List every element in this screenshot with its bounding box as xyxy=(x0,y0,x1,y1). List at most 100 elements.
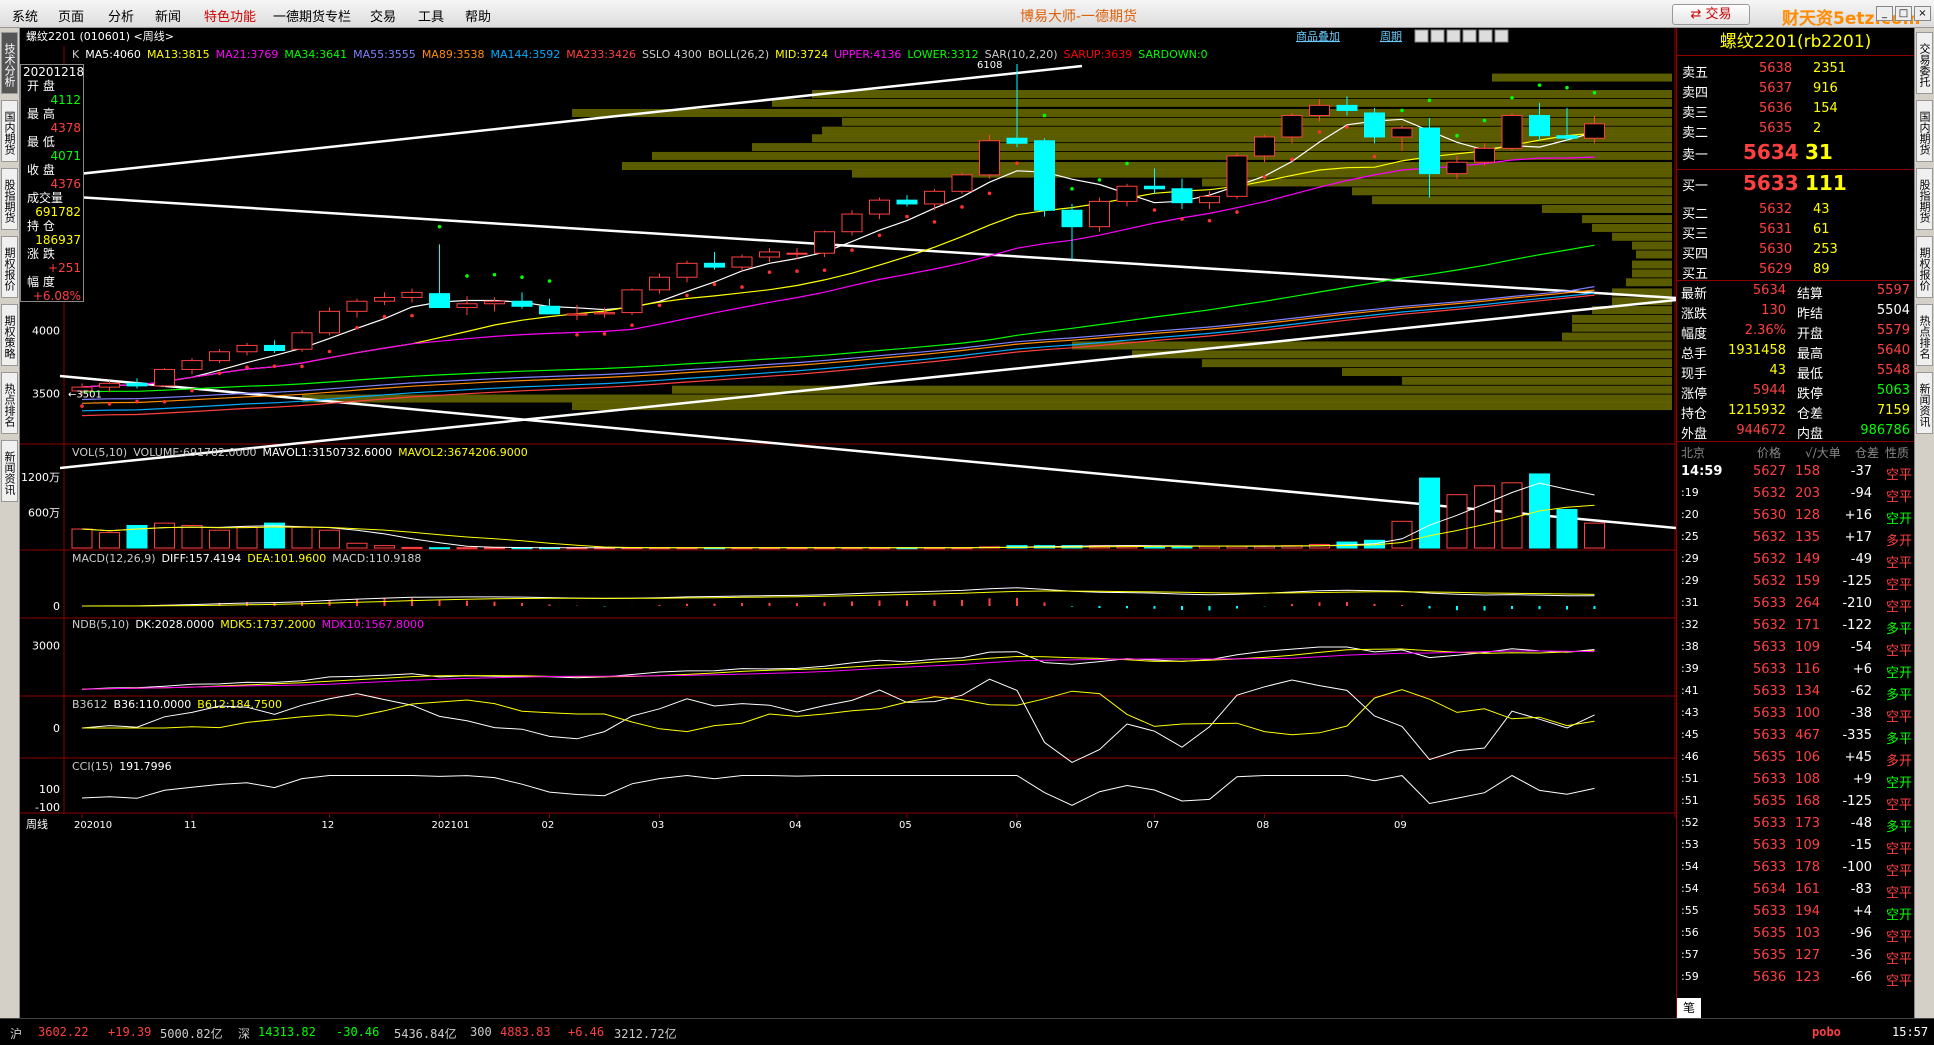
book-row[interactable]: 卖一 5634 31 xyxy=(1677,139,1914,169)
volume-profile-bar xyxy=(1562,332,1672,341)
candle[interactable] xyxy=(1501,112,1523,151)
candle[interactable] xyxy=(209,349,230,364)
side-tab[interactable]: 国内期货 xyxy=(1,100,18,162)
side-tab[interactable]: 热点排名 xyxy=(1,372,18,434)
candle[interactable] xyxy=(649,273,670,294)
candle[interactable] xyxy=(759,248,780,263)
candle[interactable] xyxy=(869,197,890,220)
candle[interactable] xyxy=(429,244,450,309)
candle[interactable] xyxy=(1171,178,1193,209)
candle[interactable] xyxy=(704,251,725,270)
close-icon[interactable]: × xyxy=(1914,6,1931,21)
book-row[interactable]: 买三 5631 61 xyxy=(1677,220,1914,242)
side-tab[interactable]: 新闻资讯 xyxy=(1916,372,1933,434)
candle[interactable] xyxy=(841,210,863,236)
candle[interactable] xyxy=(1529,102,1550,141)
side-tab[interactable]: 期权策略 xyxy=(1,304,18,366)
candle[interactable] xyxy=(181,358,203,375)
candle[interactable] xyxy=(291,330,313,352)
candle[interactable] xyxy=(1061,203,1083,260)
stat-label: 昨结 xyxy=(1797,307,1824,322)
period-link[interactable]: 周期 xyxy=(1380,30,1402,43)
sar-dot xyxy=(190,388,194,393)
toolbar-icon[interactable] xyxy=(1462,29,1477,43)
sar-dot xyxy=(1207,218,1212,223)
sar-dot xyxy=(960,205,964,209)
candle[interactable] xyxy=(676,260,698,283)
toolbar-icon[interactable] xyxy=(1478,29,1493,43)
candle[interactable] xyxy=(1089,197,1110,232)
menu-item[interactable]: 一德期货专栏 xyxy=(273,6,351,25)
candle[interactable] xyxy=(456,296,478,316)
tick-row: :51 5633 108 +9 空开 xyxy=(1677,769,1914,791)
candle[interactable] xyxy=(1034,138,1055,217)
candle[interactable] xyxy=(896,195,918,207)
trend-line[interactable] xyxy=(59,194,1676,300)
candle[interactable] xyxy=(264,340,285,354)
tick-nature: 空平 xyxy=(1885,974,1912,989)
book-row[interactable]: 买五 5629 89 xyxy=(1677,260,1914,282)
candle[interactable] xyxy=(236,342,258,356)
candle[interactable] xyxy=(539,298,560,315)
book-row[interactable]: 买四 5630 253 xyxy=(1677,240,1914,262)
side-tab[interactable]: 交易委托 xyxy=(1916,32,1933,94)
sar-dot xyxy=(877,233,882,238)
menu-item[interactable]: 分析 xyxy=(108,6,134,25)
candle[interactable] xyxy=(511,292,533,309)
menu-item[interactable]: 交易 xyxy=(370,6,396,25)
candle[interactable] xyxy=(814,230,835,258)
trade-button[interactable]: ⇄ 交易 xyxy=(1672,4,1750,25)
candle[interactable] xyxy=(951,172,973,194)
candle[interactable] xyxy=(1199,191,1220,209)
book-row[interactable]: 卖二 5635 2 xyxy=(1677,119,1914,141)
candle-body xyxy=(1281,114,1303,138)
side-tab[interactable]: 股指期货 xyxy=(1916,168,1933,230)
candle[interactable] xyxy=(979,134,1000,179)
side-tab[interactable]: 股指期货 xyxy=(1,168,18,230)
book-row[interactable]: 卖五 5638 2351 xyxy=(1677,59,1914,81)
tick-list[interactable]: 14:59 5627 158 -37 空平:19 5632 203 -94 空平:20 5630 1… xyxy=(1677,461,1914,989)
tick-oi-change: -83 xyxy=(1850,882,1872,897)
kline-chart[interactable]: 螺纹2201 (010601) <周线> 商品叠加 周期 K MA5:4060 MA13:… xyxy=(20,28,1676,1018)
candle[interactable] xyxy=(621,288,643,316)
book-row[interactable]: 买二 5632 43 xyxy=(1677,200,1914,222)
menu-item[interactable]: 工具 xyxy=(418,6,444,25)
side-tab[interactable]: 新闻资讯 xyxy=(1,440,18,502)
toolbar-icon[interactable] xyxy=(1494,29,1509,43)
candle[interactable] xyxy=(374,292,395,306)
book-row[interactable]: 卖四 5637 916 xyxy=(1677,79,1914,101)
info-label: 最 高 xyxy=(27,107,55,121)
book-row[interactable]: 买一 5633 111 xyxy=(1677,170,1914,200)
toolbar-icon[interactable] xyxy=(1446,29,1461,43)
side-tab[interactable]: 热点排名 xyxy=(1916,304,1933,366)
menu-item[interactable]: 新闻 xyxy=(155,6,181,25)
candle[interactable] xyxy=(319,307,340,336)
menu-item[interactable]: 页面 xyxy=(58,6,84,25)
maximize-icon[interactable]: □ xyxy=(1895,6,1912,21)
candle[interactable] xyxy=(1116,183,1138,207)
book-row[interactable]: 卖三 5636 154 xyxy=(1677,99,1914,121)
side-tab[interactable]: 技术分析 xyxy=(1,32,18,94)
toolbar-icon[interactable] xyxy=(1414,29,1429,43)
side-tab[interactable]: 国内期货 xyxy=(1916,100,1933,162)
side-tab[interactable]: 期权报价 xyxy=(1916,236,1933,298)
candle[interactable] xyxy=(924,188,945,211)
candle[interactable] xyxy=(401,288,423,303)
candle[interactable] xyxy=(1226,153,1248,199)
candle[interactable] xyxy=(154,368,175,388)
toolbar-icon[interactable] xyxy=(1430,29,1445,43)
menu-item[interactable]: 系统 xyxy=(12,6,38,25)
menu-item[interactable]: 特色功能 xyxy=(204,6,256,25)
product-overlay-link[interactable]: 商品叠加 xyxy=(1296,29,1340,43)
menu-item[interactable]: 帮助 xyxy=(465,6,491,25)
candle[interactable] xyxy=(346,298,368,318)
quote-footer-tab[interactable]: 笔 xyxy=(1677,998,1701,1018)
tick-oi-change: -125 xyxy=(1842,574,1872,589)
chart-area[interactable]: 螺纹2201 (010601) <周线> 商品叠加 周期 K MA5:4060 MA13:… xyxy=(20,28,1676,1018)
candle[interactable] xyxy=(126,378,148,389)
candle[interactable] xyxy=(484,297,505,312)
indicator-value: UPPER:4136 xyxy=(834,48,901,61)
candle[interactable] xyxy=(786,248,808,260)
side-tab[interactable]: 期权报价 xyxy=(1,236,18,298)
minimize-icon[interactable]: _ xyxy=(1876,6,1893,21)
